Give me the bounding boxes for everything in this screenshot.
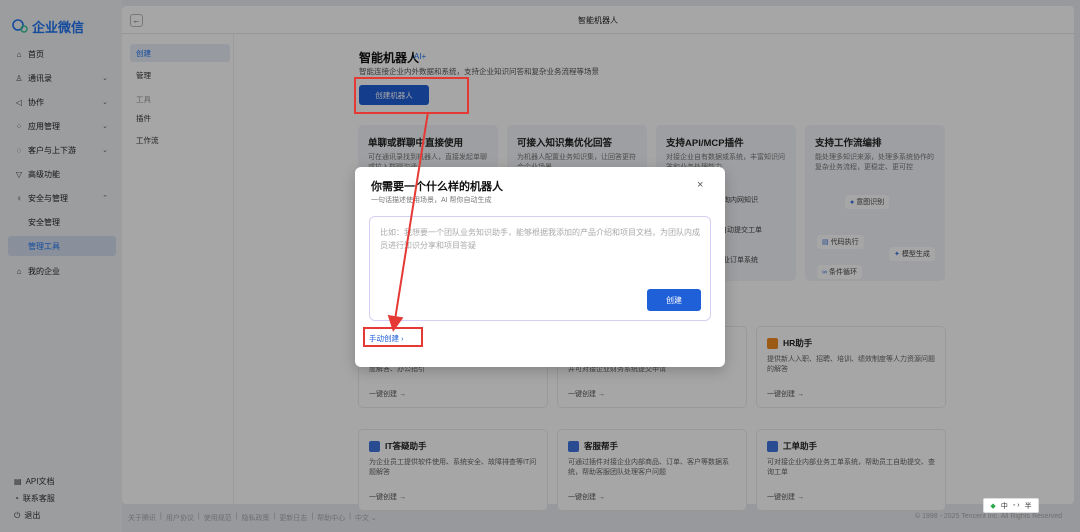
annotation-box-manual: [363, 327, 423, 347]
dialog-subtitle: 一句话描述使用场景，AI 帮你自动生成: [371, 197, 492, 204]
dialog-title: 你需要一个什么样的机器人: [371, 181, 503, 193]
close-icon[interactable]: ×: [697, 179, 703, 191]
textarea-placeholder: 比如：我想要一个团队业务知识助手，能够根据我添加的产品介绍和项目文档，为团队内成…: [380, 228, 700, 250]
ime-logo-icon: ◆: [990, 502, 996, 510]
ime-indicator[interactable]: ◆ 中 ◦ › 半: [983, 498, 1039, 513]
dialog-create-button[interactable]: 创建: [647, 289, 701, 311]
annotation-box-create-bot: [354, 77, 469, 114]
